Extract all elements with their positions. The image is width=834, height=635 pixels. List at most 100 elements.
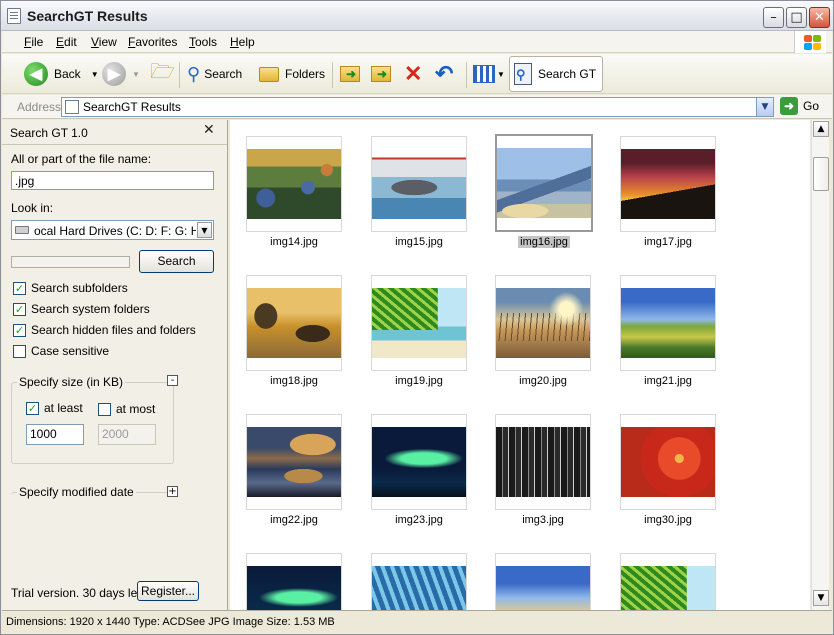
- undo-button[interactable]: ↶: [435, 58, 453, 90]
- thumbnail-partial[interactable]: [620, 553, 716, 611]
- up-folder-button[interactable]: 🗁: [150, 58, 175, 90]
- filename-label: All or part of the file name:: [11, 152, 152, 166]
- forward-button[interactable]: ▶ ▼: [102, 58, 140, 90]
- thumb-image: [497, 148, 591, 218]
- menu-edit[interactable]: Edit: [56, 35, 77, 49]
- back-dropdown-icon[interactable]: ▼: [91, 70, 99, 79]
- case-sensitive-checkbox[interactable]: [13, 345, 26, 358]
- views-button[interactable]: ▼: [473, 58, 505, 90]
- menu-view[interactable]: View: [91, 35, 117, 49]
- status-bar: Dimensions: 1920 x 1440 Type: ACDSee JPG…: [2, 610, 832, 634]
- page-icon: [65, 100, 79, 114]
- thumbnail-partial[interactable]: [246, 553, 342, 611]
- date-group-title: Specify modified date: [17, 485, 136, 499]
- thumbnail-img30[interactable]: [620, 414, 716, 510]
- menu-file[interactable]: File: [24, 35, 43, 49]
- go-button[interactable]: ➜ Go: [780, 97, 819, 115]
- menu-tools[interactable]: Tools: [189, 35, 217, 49]
- thumbnail-img21[interactable]: [620, 275, 716, 371]
- panel-close-icon[interactable]: ✕: [203, 122, 215, 138]
- scroll-down-icon[interactable]: ▼: [813, 590, 829, 606]
- at-least-label: at least: [44, 401, 83, 415]
- copy-to-button[interactable]: ➜: [371, 58, 391, 90]
- up-folder-icon: 🗁: [150, 61, 175, 83]
- search-hidden-label: Search hidden files and folders: [31, 323, 196, 337]
- minimize-button[interactable]: –: [763, 7, 784, 28]
- results-view: img14.jpg img15.jpg img16.jpg img17.jpg …: [230, 120, 810, 611]
- thumb-image: [372, 427, 466, 497]
- menu-help[interactable]: Help: [230, 35, 255, 49]
- views-icon: [473, 65, 495, 83]
- copy-to-icon: ➜: [371, 66, 391, 82]
- lookin-dropdown-icon[interactable]: ▼: [197, 222, 212, 238]
- size-collapse-icon[interactable]: -: [167, 375, 178, 386]
- at-least-input[interactable]: 1000: [26, 424, 84, 445]
- at-least-checkbox[interactable]: ✓: [26, 402, 39, 415]
- panel-title: Search GT 1.0: [10, 126, 88, 140]
- search-subfolders-checkbox[interactable]: ✓: [13, 282, 26, 295]
- thumbnail-partial[interactable]: [495, 553, 591, 611]
- delete-button[interactable]: ✕: [404, 58, 422, 90]
- go-arrow-icon: ➜: [780, 97, 798, 115]
- thumbnail-caption: img19.jpg: [395, 375, 443, 387]
- vertical-scrollbar[interactable]: ▲ ▼: [811, 120, 829, 610]
- thumbnail-img16[interactable]: [495, 134, 593, 232]
- windows-logo-icon: [794, 31, 826, 53]
- search-system-folders-checkbox[interactable]: ✓: [13, 303, 26, 316]
- search-gt-button[interactable]: ⚲ Search GT: [509, 56, 604, 92]
- at-most-checkbox[interactable]: [98, 403, 111, 416]
- thumbnail-img23[interactable]: [371, 414, 467, 510]
- scroll-thumb[interactable]: [813, 157, 829, 191]
- thumbnail-img3[interactable]: [495, 414, 591, 510]
- trial-text: Trial version. 30 days left.: [11, 586, 148, 600]
- menu-bar: File Edit View Favorites Tools Help: [2, 31, 832, 53]
- move-to-icon: ➜: [340, 66, 360, 82]
- search-system-folders-label: Search system folders: [31, 302, 150, 316]
- thumbnail-img14[interactable]: [246, 136, 342, 232]
- thumb-image: [621, 288, 715, 358]
- search-gt-icon: ⚲: [514, 63, 532, 85]
- close-button[interactable]: ✕: [809, 7, 830, 28]
- title-bar[interactable]: SearchGT Results – □ ✕: [1, 1, 833, 31]
- delete-x-icon: ✕: [404, 61, 423, 86]
- thumbnail-img15[interactable]: [371, 136, 467, 232]
- thumb-image: [247, 427, 341, 497]
- search-submit-button[interactable]: Search: [139, 250, 214, 273]
- scroll-up-icon[interactable]: ▲: [813, 121, 829, 137]
- thumbnail-img22[interactable]: [246, 414, 342, 510]
- search-button[interactable]: ⚲ Search: [187, 58, 242, 90]
- address-label: Address: [17, 100, 62, 114]
- address-dropdown-icon[interactable]: ▼: [756, 98, 773, 116]
- folders-label: Folders: [285, 67, 326, 81]
- filename-input[interactable]: .jpg: [11, 171, 214, 190]
- case-sensitive-label: Case sensitive: [31, 344, 110, 358]
- thumbnail-img18[interactable]: [246, 275, 342, 371]
- address-input[interactable]: SearchGT Results ▼: [61, 97, 774, 117]
- thumb-image: [247, 566, 341, 611]
- thumbnail-img19[interactable]: [371, 275, 467, 371]
- search-hidden-checkbox[interactable]: ✓: [13, 324, 26, 337]
- magnifier-icon: ⚲: [187, 63, 201, 84]
- at-most-label: at most: [116, 402, 156, 416]
- thumbnail-img20[interactable]: [495, 275, 591, 371]
- maximize-button[interactable]: □: [786, 7, 807, 28]
- thumbnail-partial[interactable]: [371, 553, 467, 611]
- thumbnail-caption: img22.jpg: [270, 514, 318, 526]
- move-to-button[interactable]: ➜: [340, 58, 360, 90]
- back-arrow-icon: ◀: [24, 62, 48, 86]
- undo-icon: ↶: [435, 61, 454, 86]
- folders-button[interactable]: Folders: [259, 58, 325, 90]
- lookin-select[interactable]: ocal Hard Drives (C: D: F: G: H: I:) ▼: [11, 220, 214, 240]
- thumbnail-caption: img17.jpg: [644, 236, 692, 248]
- thumb-image: [372, 149, 466, 219]
- back-button[interactable]: ◀ Back ▼: [24, 58, 99, 90]
- at-most-input: 2000: [98, 424, 156, 445]
- thumbnail-caption: img14.jpg: [270, 236, 318, 248]
- thumb-image: [496, 427, 590, 497]
- views-dropdown-icon: ▼: [497, 69, 505, 79]
- menu-favorites[interactable]: Favorites: [128, 35, 177, 49]
- date-expand-icon[interactable]: +: [167, 486, 178, 497]
- address-bar: Address SearchGT Results ▼ ➜ Go: [2, 95, 832, 119]
- register-button[interactable]: Register...: [137, 581, 199, 601]
- thumbnail-img17[interactable]: [620, 136, 716, 232]
